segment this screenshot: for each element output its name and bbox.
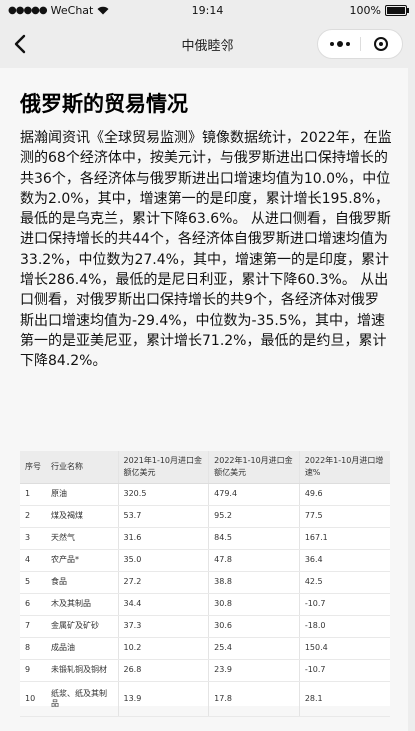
table-cell: 纸浆、纸及其制品: [46, 681, 118, 717]
table-cell: 36.4: [298, 549, 390, 572]
table-cell: 31.6: [117, 527, 209, 550]
battery-icon: [385, 5, 409, 16]
table-cell: 9: [20, 659, 46, 682]
table-cell: -18.0: [298, 615, 390, 638]
table-cell: 38.8: [208, 571, 300, 594]
table-cell: 7: [20, 615, 46, 638]
table-cell: 食品: [46, 571, 118, 594]
table-cell: 10: [20, 681, 46, 717]
status-bar: ●●●●● WeChat 19:14 100%: [0, 0, 415, 22]
article-title: 俄罗斯的贸易情况: [20, 92, 188, 116]
header-cell: 行业名称: [46, 451, 118, 484]
table-cell: 农产品*: [46, 549, 118, 572]
mini-program-capsule: [317, 29, 403, 59]
table-cell: 6: [20, 593, 46, 616]
table-cell: 木及其制品: [46, 593, 118, 616]
table-cell: 5: [20, 571, 46, 594]
table-cell: 30.8: [208, 593, 300, 616]
header-cell: 2022年1-10月进口金额亿美元: [208, 451, 300, 484]
table-row: 6 木及其制品 34.4 30.8 -10.7: [20, 593, 390, 616]
table-row: 4 农产品* 35.0 47.8 36.4: [20, 549, 390, 572]
table-cell: 34.4: [117, 593, 209, 616]
table-cell: 23.9: [208, 659, 300, 682]
table-cell: 27.2: [117, 571, 209, 594]
table-header-row: 序号 行业名称 2021年1-10月进口金额亿美元 2022年1-10月进口金额…: [20, 451, 390, 484]
table-cell: 原油: [46, 483, 118, 506]
table-cell: 13.9: [117, 681, 209, 717]
table-cell: 49.6: [298, 483, 390, 506]
table-row: 5 食品 27.2 38.8 42.5: [20, 571, 390, 594]
battery-percent: 100%: [349, 4, 381, 17]
table-row: 9 未锻轧铜及铜材 26.8 23.9 -10.7: [20, 659, 390, 682]
trade-table-image: 序号 行业名称 2021年1-10月进口金额亿美元 2022年1-10月进口金额…: [20, 451, 390, 717]
table-cell: 1: [20, 483, 46, 506]
table-cell: 47.8: [208, 549, 300, 572]
nav-bar: 中俄睦邻: [0, 22, 415, 66]
table-cell: 28.1: [298, 681, 390, 717]
more-button[interactable]: [318, 30, 361, 58]
status-right: 100%: [349, 4, 409, 17]
table-cell: 成品油: [46, 637, 118, 660]
table-cell: -10.7: [298, 659, 390, 682]
table-cell: 天然气: [46, 527, 118, 550]
table-cell: 167.1: [298, 527, 390, 550]
table-row: 2 煤及褐煤 53.7 95.2 77.5: [20, 505, 390, 528]
table-cell: 30.6: [208, 615, 300, 638]
table-cell: 95.2: [208, 505, 300, 528]
table-row: 8 成品油 10.2 25.4 150.4: [20, 637, 390, 660]
table-cell: 10.2: [117, 637, 209, 660]
table-cell: 17.8: [208, 681, 300, 717]
table-cell: 煤及褐煤: [46, 505, 118, 528]
table-cell: -10.7: [298, 593, 390, 616]
close-mini-program-button[interactable]: [360, 30, 402, 58]
table-cell: 77.5: [298, 505, 390, 528]
table-cell: 320.5: [117, 483, 209, 506]
table-cell: 8: [20, 637, 46, 660]
table-cell: 26.8: [117, 659, 209, 682]
table-cell: 479.4: [208, 483, 300, 506]
table-cell: 3: [20, 527, 46, 550]
table-cell: 4: [20, 549, 46, 572]
table-cell: 未锻轧铜及铜材: [46, 659, 118, 682]
article-body: 据瀚闻资讯《全球贸易监测》镜像数据统计，2022年，在监测的68个经济体中，按美…: [20, 130, 392, 370]
table-cell: 42.5: [298, 571, 390, 594]
table-cell: 37.3: [117, 615, 209, 638]
table-cell: 金属矿及矿砂: [46, 615, 118, 638]
trade-table: 序号 行业名称 2021年1-10月进口金额亿美元 2022年1-10月进口金额…: [20, 451, 390, 717]
table-cell: 84.5: [208, 527, 300, 550]
header-cell: 序号: [20, 451, 46, 484]
table-cell: 53.7: [117, 505, 209, 528]
header-cell: 2022年1-10月进口增速%: [298, 451, 390, 484]
header-cell: 2021年1-10月进口金额亿美元: [117, 451, 209, 484]
table-cell: 2: [20, 505, 46, 528]
table-row: 10 纸浆、纸及其制品 13.9 17.8 28.1: [20, 681, 390, 717]
battery-level: [387, 7, 405, 14]
table-row: 7 金属矿及矿砂 37.3 30.6 -18.0: [20, 615, 390, 638]
table-row: 3 天然气 31.6 84.5 167.1: [20, 527, 390, 550]
article-content[interactable]: 俄罗斯的贸易情况 据瀚闻资讯《全球贸易监测》镜像数据统计，2022年，在监测的6…: [0, 68, 408, 731]
table-cell: 150.4: [298, 637, 390, 660]
target-ring-icon: [374, 37, 388, 51]
table-cell: 35.0: [117, 549, 209, 572]
more-dots-icon: [329, 41, 350, 47]
table-cell: 25.4: [208, 637, 300, 660]
table-row: 1 原油 320.5 479.4 49.6: [20, 483, 390, 506]
